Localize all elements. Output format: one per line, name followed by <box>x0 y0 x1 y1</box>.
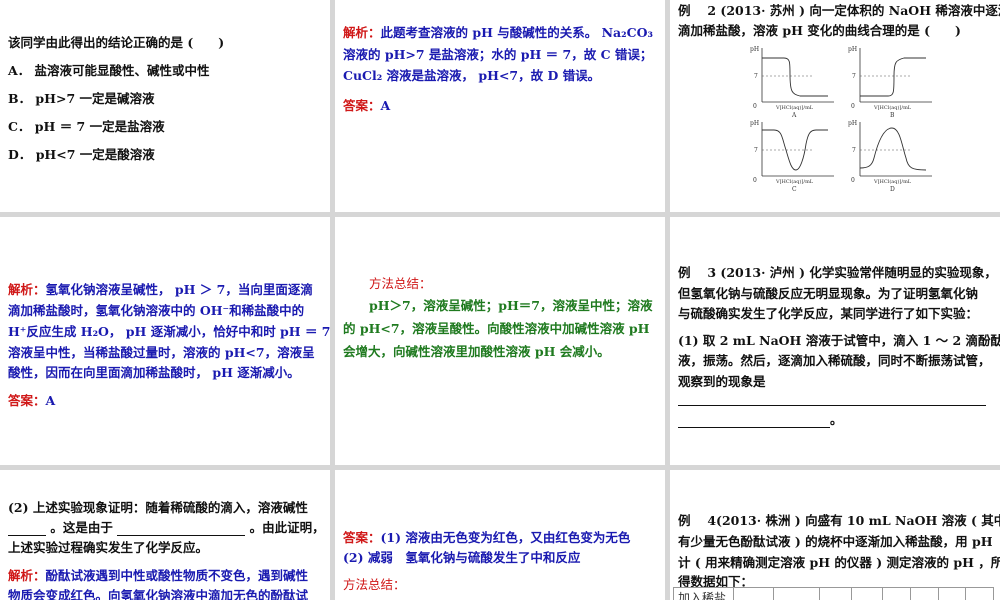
ph-curve <box>859 127 927 171</box>
question-text: 。由此证明， <box>249 520 325 535</box>
ph-curve-chart-c: pH 7 0 V[HCl(aq)]/mLC <box>750 120 834 192</box>
answer-label: 答案： <box>343 98 381 113</box>
answer-line: (2) 减弱 氢氧化钠与硫酸发生了中和反应 <box>343 550 581 565</box>
table-cell <box>851 587 883 600</box>
analysis-label: 解析： <box>8 568 46 583</box>
option-a: A． 盐溶液可能显酸性、碱性或中性 <box>8 63 210 78</box>
table-header-cell: 加入稀盐 <box>673 587 734 600</box>
tick-7: 7 <box>852 73 856 80</box>
method-title: 方法总结： <box>369 276 432 291</box>
origin-label: 0 <box>753 177 757 184</box>
answer-value: A <box>380 98 391 113</box>
tick-7: 7 <box>754 147 758 154</box>
x-axis-label: V[HCl(aq)]/mL <box>873 178 912 185</box>
method-line: 的 pH<7，溶液呈酸性。向酸性溶液中加碱性溶液 pH <box>343 321 650 336</box>
origin-label: 0 <box>753 103 757 110</box>
table-cell <box>882 587 911 600</box>
answer-blank[interactable] <box>8 524 46 536</box>
question-line: (2) 上述实验现象证明：随着稀硫酸的滴入，溶液碱性 <box>8 500 308 515</box>
analysis-label: 解析： <box>343 25 381 40</box>
question-text: 。这是由于 <box>50 520 113 535</box>
tick-7: 7 <box>754 73 758 80</box>
example-line: 计 ( 用来精确测定溶液 pH 的仪器 ) 测定溶液的 pH ，所 <box>678 555 1000 570</box>
x-axis-label: V[HCl(aq)]/mL <box>873 104 912 111</box>
ph-curve-chart-d: pH 7 0 V[HCl(aq)]/mLD <box>848 120 932 192</box>
question-line: 上述实验过程确实发生了化学反应。 <box>8 540 209 555</box>
slide-6[interactable]: 例 3 (2013· 泸州 ) 化学实验常伴随明显的实验现象， 但氢氧化钠与硫酸… <box>670 217 1000 465</box>
example-line: 有少量无色酚酞试液 ) 的烧杯中逐渐加入稀盐酸，用 pH <box>678 534 993 549</box>
ph-curve-chart-a: pH70 V[HCl(aq)]/mLA <box>750 46 834 118</box>
example-line: 液，振荡。然后，逐滴加入稀硫酸，同时不断振荡试管， <box>678 353 991 368</box>
example-line: 例 2 (2013· 苏州 ) 向一定体积的 NaOH 稀溶液中逐滴 <box>678 3 1000 18</box>
analysis-line: 溶液的 pH>7 是盐溶液；水的 pH ＝ 7，故 C 错误； <box>343 47 653 62</box>
analysis-line: 氢氧化钠溶液呈碱性， pH ＞ 7，当向里面逐滴 <box>45 282 313 297</box>
option-c: C． pH ＝ 7 一定是盐溶液 <box>8 119 165 134</box>
analysis-line: 酚酞试液遇到中性或酸性物质不变色，遇到碱性 <box>45 568 309 583</box>
data-table: 加入稀盐 <box>673 587 994 600</box>
x-axis-label: V[HCl(aq)]/mL <box>775 178 814 185</box>
table-cell <box>965 587 994 600</box>
ph-curve <box>860 57 926 97</box>
analysis-line: CuCl₂ 溶液是盐溶液， pH<7，故 D 错误。 <box>343 68 601 83</box>
x-axis-label: V[HCl(aq)]/mL <box>775 104 814 111</box>
chart-letter: C <box>792 186 797 192</box>
answer-blank[interactable] <box>678 416 830 428</box>
analysis-line: 滴加稀盐酸时，氢氧化钠溶液中的 OH⁻和稀盐酸中的 <box>8 303 305 318</box>
ph-curve <box>762 57 828 97</box>
slide-3[interactable]: 例 2 (2013· 苏州 ) 向一定体积的 NaOH 稀溶液中逐滴 滴加稀盐酸… <box>670 0 1000 212</box>
answer-label: 答案： <box>343 530 381 545</box>
slide-1[interactable]: 该同学由此得出的结论正确的是 ( ) A． 盐溶液可能显酸性、碱性或中性 B． … <box>0 0 330 212</box>
analysis-line: 酸性，因而在向里面滴加稀盐酸时， pH 逐渐减小。 <box>8 365 300 380</box>
slide-9[interactable]: 例 4(2013· 株洲 ) 向盛有 10 mL NaOH 溶液 ( 其中滴 有… <box>670 470 1000 600</box>
analysis-label: 解析： <box>8 282 46 297</box>
question-text: 该同学由此得出的结论正确的是 ( ) <box>8 35 225 50</box>
ph-curve-chart-b: pH70 V[HCl(aq)]/mLB <box>848 46 932 118</box>
table-cell <box>819 587 852 600</box>
slide-8[interactable]: 答案：(1) 溶液由无色变为红色，又由红色变为无色 (2) 减弱 氢氧化钠与硫酸… <box>335 470 665 600</box>
option-d: D． pH<7 一定是酸溶液 <box>8 147 155 162</box>
slide-5[interactable]: 方法总结： pH＞7，溶液呈碱性；pH＝7，溶液呈中性；溶液 的 pH<7，溶液… <box>335 217 665 465</box>
slide-2[interactable]: 解析：此题考查溶液的 pH 与酸碱性的关系。 Na₂CO₃ 溶液的 pH>7 是… <box>335 0 665 212</box>
answer-line: (1) 溶液由无色变为红色，又由红色变为无色 <box>380 530 631 545</box>
table-cell <box>733 587 774 600</box>
example-line: 观察到的现象是 <box>678 374 766 389</box>
example-line: 例 4(2013· 株洲 ) 向盛有 10 mL NaOH 溶液 ( 其中滴 <box>678 513 1000 528</box>
analysis-line: 溶液呈中性，当稀盐酸过量时，溶液的 pH<7，溶液呈 <box>8 345 315 360</box>
example-line: 滴加稀盐酸，溶液 pH 变化的曲线合理的是 ( ) <box>678 23 961 38</box>
answer-blank[interactable] <box>117 524 246 536</box>
origin-label: 0 <box>851 177 855 184</box>
answer-label: 答案： <box>8 393 46 408</box>
method-line: 会增大，向碱性溶液里加酸性溶液 pH 会减小。 <box>343 344 610 359</box>
example-line: 与硫酸确实发生了化学反应，某同学进行了如下实验： <box>678 306 979 321</box>
origin-label: 0 <box>851 103 855 110</box>
y-axis-label: pH <box>750 120 759 127</box>
answer-value: A <box>45 393 56 408</box>
period: 。 <box>830 412 843 427</box>
table-cell <box>938 587 966 600</box>
slide-4[interactable]: 解析：氢氧化钠溶液呈碱性， pH ＞ 7，当向里面逐滴 滴加稀盐酸时，氢氧化钠溶… <box>0 217 330 465</box>
chart-letter: D <box>890 186 895 192</box>
y-axis-label: pH <box>750 46 759 53</box>
table-cell <box>910 587 939 600</box>
analysis-line: 物质会变成红色。向氢氧化钠溶液中滴加无色的酚酞试 <box>8 588 309 600</box>
y-axis-label: pH <box>848 120 857 127</box>
example-line: 但氢氧化钠与硫酸反应无明显现象。为了证明氢氧化钠 <box>678 286 979 301</box>
analysis-line: 此题考查溶液的 pH 与酸碱性的关系。 Na₂CO₃ <box>380 25 653 40</box>
method-line: pH＞7，溶液呈碱性；pH＝7，溶液呈中性；溶液 <box>369 298 653 313</box>
tick-7: 7 <box>852 147 856 154</box>
example-line: (1) 取 2 mL NaOH 溶液于试管中，滴入 1 ～ 2 滴酚酞试 <box>678 333 1000 348</box>
analysis-line: H⁺反应生成 H₂O， pH 逐渐减小，恰好中和时 pH ＝ 7， <box>8 324 330 339</box>
table-cell <box>773 587 820 600</box>
option-b: B． pH>7 一定是碱溶液 <box>8 91 155 106</box>
y-axis-label: pH <box>848 46 857 53</box>
method-title: 方法总结： <box>343 577 406 592</box>
answer-blank[interactable] <box>678 394 986 406</box>
slide-7[interactable]: (2) 上述实验现象证明：随着稀硫酸的滴入，溶液碱性 。这是由于 。由此证明， … <box>0 470 330 600</box>
example-line: 例 3 (2013· 泸州 ) 化学实验常伴随明显的实验现象， <box>678 265 997 280</box>
